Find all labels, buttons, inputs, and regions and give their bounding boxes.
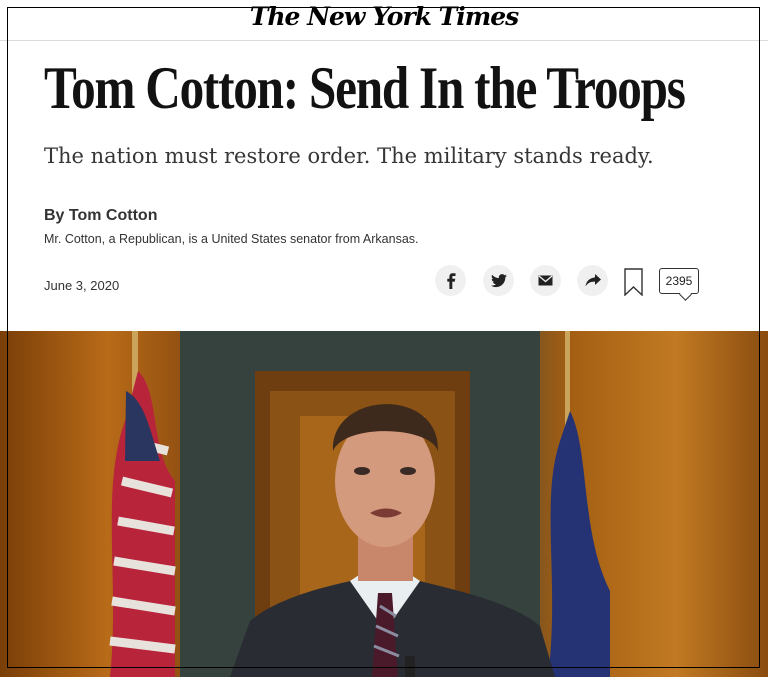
facebook-icon: [446, 272, 455, 289]
byline[interactable]: By Tom Cotton: [44, 207, 157, 225]
author-bio: Mr. Cotton, a Republican, is a United St…: [44, 232, 419, 246]
publish-date: June 3, 2020: [44, 278, 120, 293]
photo-illustration: [109, 331, 610, 677]
masthead: The New York Times: [0, 0, 768, 41]
comments-button[interactable]: 2395: [659, 268, 699, 294]
email-icon: [538, 275, 553, 286]
twitter-share-button[interactable]: [483, 265, 514, 296]
headline: Tom Cotton: Send In the Troops: [44, 55, 686, 121]
article-summary: The nation must restore order. The milit…: [44, 144, 654, 168]
twitter-icon: [490, 273, 507, 287]
email-share-button[interactable]: [530, 265, 561, 296]
comment-count: 2395: [665, 274, 693, 288]
lead-photo: [0, 331, 768, 677]
facebook-share-button[interactable]: [435, 265, 466, 296]
bookmark-icon[interactable]: [624, 268, 643, 296]
share-icon: [585, 274, 601, 287]
nyt-logo[interactable]: The New York Times: [250, 2, 519, 31]
more-share-button[interactable]: [577, 265, 608, 296]
